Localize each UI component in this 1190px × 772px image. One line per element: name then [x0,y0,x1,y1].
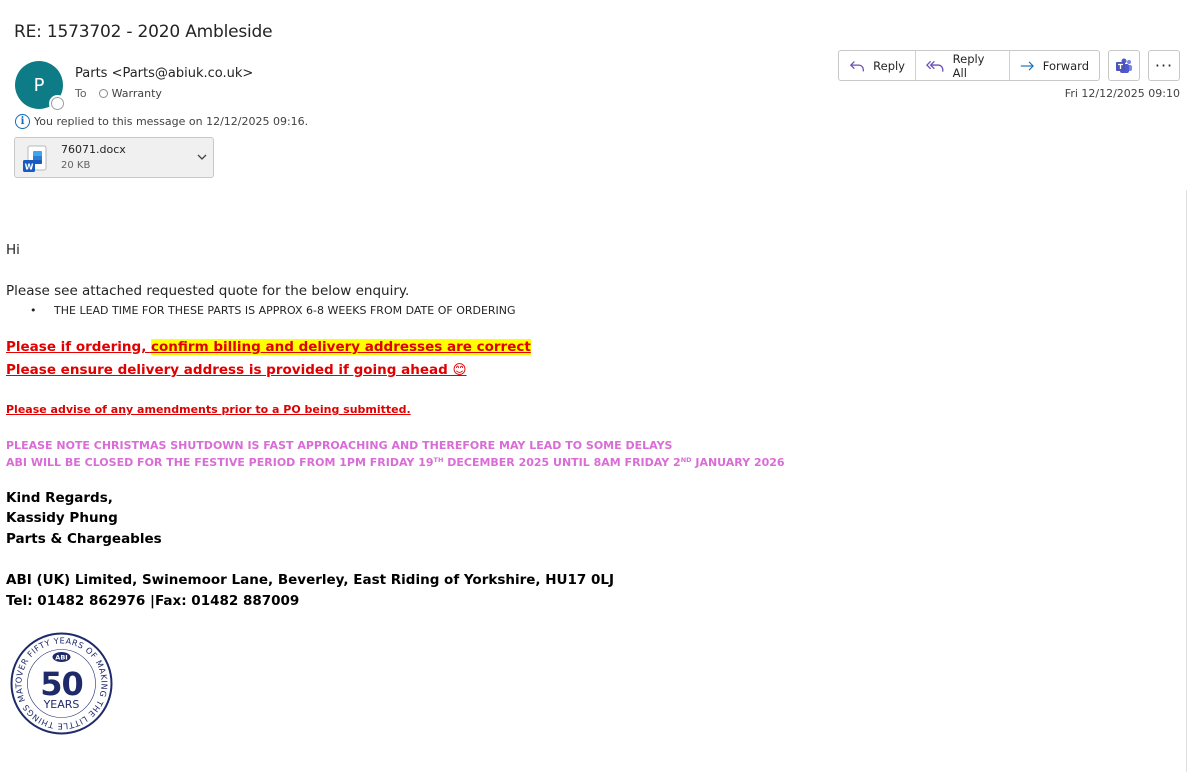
amendments-note: Please advise of any amendments prior to… [6,403,411,416]
avatar-initial: P [33,74,45,96]
closure-text-1: ABI WILL BE CLOSED FOR THE FESTIVE PERIO… [6,456,434,469]
delivery-warning: Please ensure delivery address is provid… [6,362,467,378]
chevron-down-icon[interactable] [195,150,209,164]
bullet-item: • THE LEAD TIME FOR THESE PARTS IS APPRO… [30,304,516,317]
scrollbar-track[interactable] [1186,190,1187,772]
reply-all-icon [926,60,944,72]
signature-regards: Kind Regards, [6,490,113,506]
closure-notice: ABI WILL BE CLOSED FOR THE FESTIVE PERIO… [6,456,785,469]
greeting: Hi [6,242,20,258]
to-label: To [75,87,87,100]
recipient-name[interactable]: Warranty [112,87,162,100]
signature-contact: Tel: 01482 862976 |Fax: 01482 887009 [6,593,300,609]
email-subject: RE: 1573702 - 2020 Ambleside [14,22,273,42]
bullet-icon: • [30,304,37,317]
forward-button[interactable]: Forward [1010,51,1099,80]
more-options-button[interactable]: ··· [1148,50,1180,81]
recipient-row: To Warranty [75,87,162,100]
teams-button[interactable] [1108,50,1140,81]
message-actions: Reply Reply All Forward [838,50,1100,81]
attachment-filename: 76071.docx [61,143,126,156]
word-document-icon: W [23,145,47,172]
intro-text: Please see attached requested quote for … [6,283,410,299]
reply-icon [849,60,864,71]
billing-warning-prefix: Please if ordering, [6,339,152,355]
reply-button[interactable]: Reply [839,51,916,80]
forward-label: Forward [1042,58,1089,73]
closure-text-3: JANUARY 2026 [691,456,785,469]
christmas-notice: PLEASE NOTE CHRISTMAS SHUTDOWN IS FAST A… [6,439,673,452]
signature-department: Parts & Chargeables [6,531,162,547]
bullet-text: THE LEAD TIME FOR THESE PARTS IS APPROX … [54,304,516,317]
logo-brand: ABI [55,654,67,662]
billing-warning-highlight: confirm billing and delivery addresses a… [151,339,531,355]
replied-notice-text: You replied to this message on 12/12/202… [34,115,309,128]
abi-50-years-logo: OVER FIFTY YEARS OF MAKING THE LITTLE TH… [10,632,113,735]
presence-status-icon [51,97,64,110]
reply-all-button[interactable]: Reply All [916,51,1010,80]
replied-notice: i You replied to this message on 12/12/2… [15,114,308,129]
svg-text:W: W [25,163,34,172]
forward-icon [1020,60,1034,71]
attachment-card[interactable]: W 76071.docx 20 KB [14,137,214,178]
closure-text-2: DECEMBER 2025 UNTIL 8AM FRIDAY 2 [443,456,681,469]
logo-years: YEARS [43,698,80,711]
closure-sup-2: ND [680,456,692,464]
message-date: Fri 12/12/2025 09:10 [1064,87,1180,100]
signature-name: Kassidy Phung [6,510,118,526]
reply-label: Reply [873,58,905,73]
signature-address: ABI (UK) Limited, Swinemoor Lane, Beverl… [6,572,615,588]
teams-icon [1116,58,1132,73]
closure-sup-1: TH [433,456,444,464]
info-icon: i [15,114,30,129]
sender-name[interactable]: Parts <Parts@abiuk.co.uk> [75,66,253,81]
recipient-presence-icon [98,89,108,98]
reply-all-label: Reply All [952,51,985,80]
billing-warning: Please if ordering, confirm billing and … [6,339,531,355]
attachment-size: 20 KB [61,160,91,171]
more-icon: ··· [1154,56,1174,75]
